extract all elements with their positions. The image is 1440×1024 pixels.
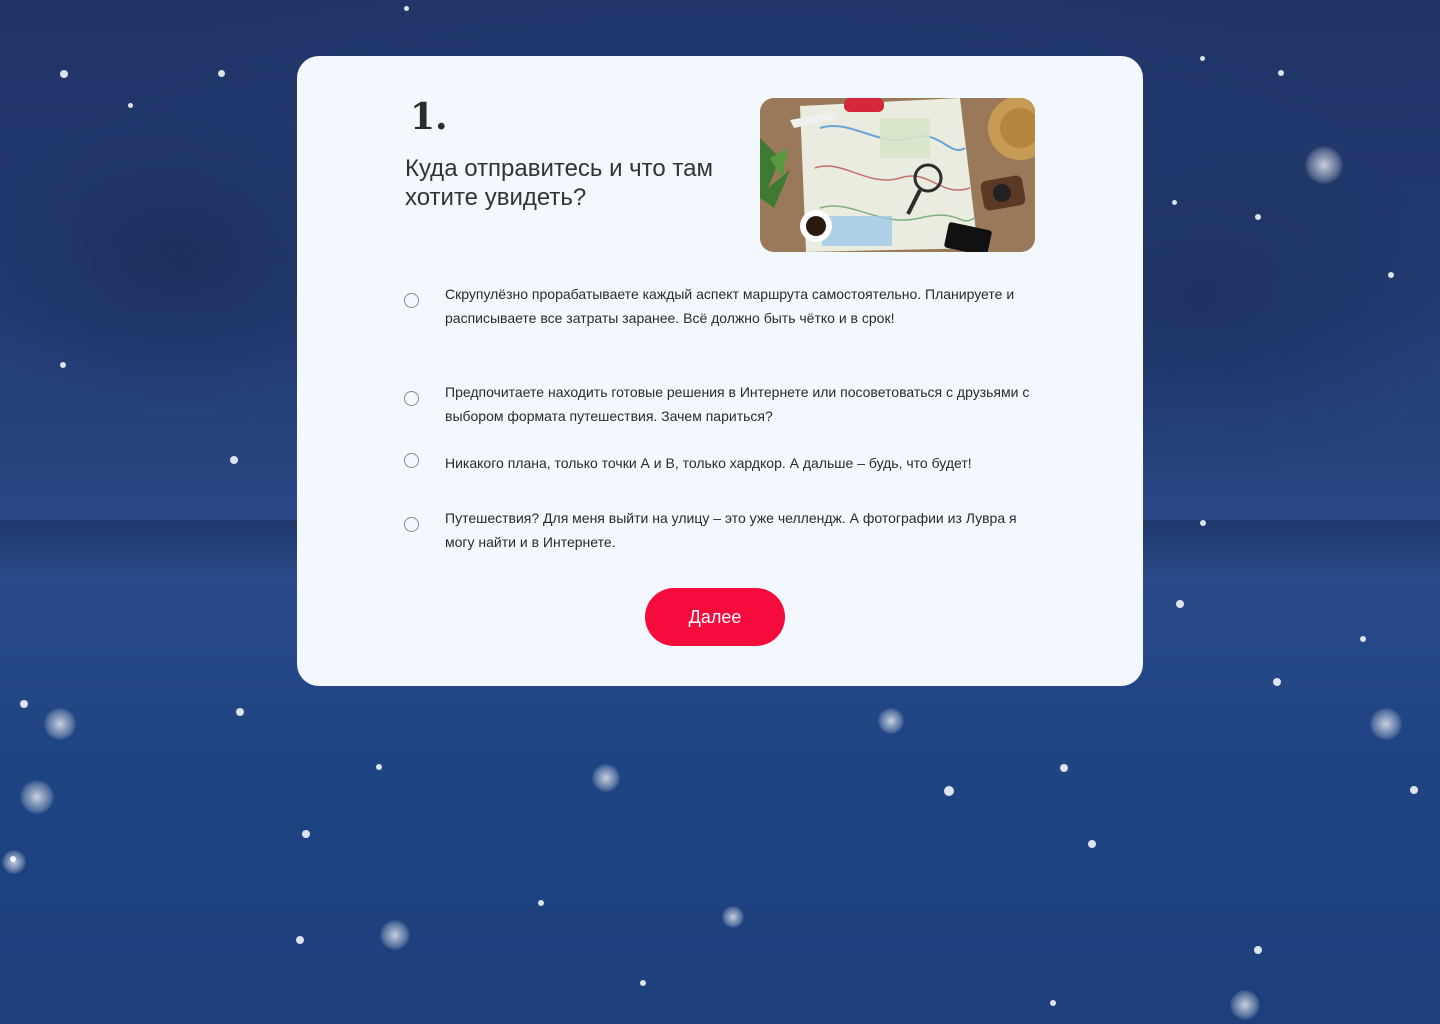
snowflake — [1088, 840, 1096, 848]
snowflake — [1255, 214, 1261, 220]
snowflake — [236, 708, 244, 716]
snowflake — [20, 780, 54, 814]
travel-map-photo-icon — [760, 98, 1035, 252]
answer-option-label: Путешествия? Для меня выйти на улицу – э… — [445, 510, 1017, 550]
snowflake — [10, 856, 16, 862]
snowflake — [1305, 146, 1343, 184]
snowflake — [296, 936, 304, 944]
snowflake — [2, 850, 26, 874]
snowflake — [640, 980, 646, 986]
snowflake — [230, 456, 238, 464]
snowflake — [44, 708, 76, 740]
snowflake — [1410, 786, 1418, 794]
answer-option[interactable]: Никакого плана, только точки А и В, толь… — [404, 451, 1044, 475]
answer-option-label: Предпочитаете находить готовые решения в… — [445, 384, 1030, 424]
snowflake — [1172, 200, 1177, 205]
snowflake — [60, 362, 66, 368]
snowflake — [1060, 764, 1068, 772]
radio-button[interactable] — [404, 293, 419, 308]
snowflake — [538, 900, 544, 906]
snowflake — [878, 708, 904, 734]
snowflake — [1176, 600, 1184, 608]
question-title: Куда отправитесь и что там хотите увидет… — [405, 155, 713, 211]
snowflake — [1360, 636, 1366, 642]
answer-option-label: Скрупулёзно прорабатываете каждый аспект… — [445, 286, 1015, 326]
answer-option[interactable]: Путешествия? Для меня выйти на улицу – э… — [404, 506, 1044, 554]
radio-button[interactable] — [404, 391, 419, 406]
radio-button[interactable] — [404, 453, 419, 468]
snowflake — [1273, 678, 1281, 686]
snowflake — [380, 920, 410, 950]
snowflake — [1230, 990, 1260, 1020]
snowflake — [302, 830, 310, 838]
answer-option-label: Никакого плана, только точки А и В, толь… — [445, 455, 972, 471]
snowflake — [1200, 56, 1205, 61]
question-number: 1. — [410, 96, 448, 138]
snowflake — [1050, 1000, 1056, 1006]
snowflake — [592, 764, 620, 792]
snowflake — [1278, 70, 1284, 76]
next-button[interactable]: Далее — [645, 588, 785, 646]
snowflake — [128, 103, 133, 108]
snowflake — [376, 764, 382, 770]
answer-option[interactable]: Предпочитаете находить готовые решения в… — [404, 380, 1044, 428]
radio-button[interactable] — [404, 517, 419, 532]
snowflake — [722, 906, 744, 928]
snowflake — [1388, 272, 1394, 278]
snowflake — [404, 6, 409, 11]
snowflake — [60, 70, 68, 78]
snowflake — [1254, 946, 1262, 954]
snowflake — [20, 700, 28, 708]
quiz-card: 1. Куда отправитесь и что там хотите уви… — [297, 56, 1143, 686]
answer-option[interactable]: Скрупулёзно прорабатываете каждый аспект… — [404, 282, 1044, 354]
snowflake — [218, 70, 225, 77]
snowflake — [1370, 708, 1402, 740]
snowflake — [944, 786, 954, 796]
